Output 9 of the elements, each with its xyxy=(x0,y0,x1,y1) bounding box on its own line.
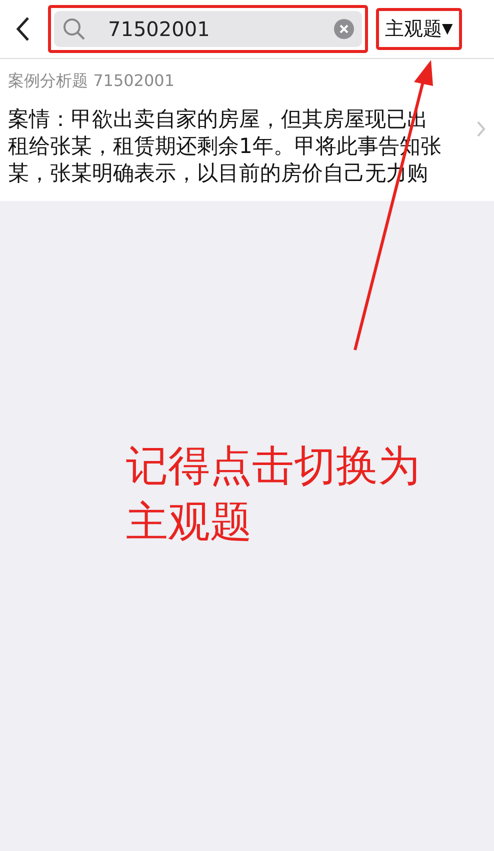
chevron-right-icon xyxy=(476,121,486,137)
annotation-text: 主观题 xyxy=(126,496,253,548)
search-field[interactable]: 71502001 xyxy=(54,11,362,47)
clear-icon[interactable] xyxy=(334,19,354,39)
search-icon xyxy=(62,17,86,41)
result-title: 案例分析题 71502001 xyxy=(8,71,176,92)
back-icon xyxy=(16,16,30,42)
search-text: 71502001 xyxy=(107,17,211,41)
annotation-text: 记得点击切换为 xyxy=(126,440,420,492)
